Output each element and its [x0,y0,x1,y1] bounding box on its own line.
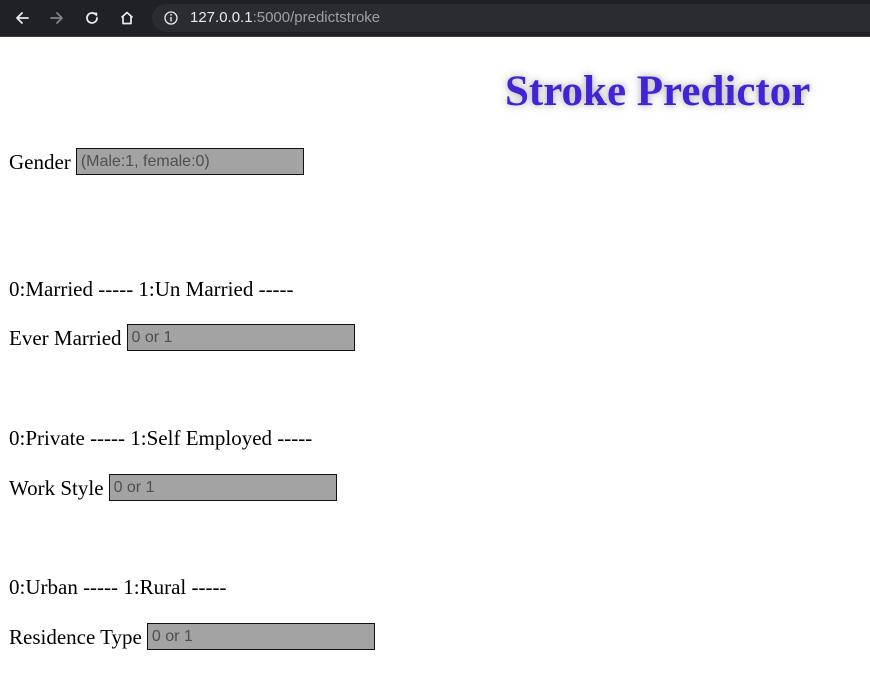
info-icon[interactable] [164,11,178,25]
page-title: Stroke Predictor [505,68,811,115]
work-legend: 0:Private ----- 1:Self Employed ----- [9,426,313,450]
residence-type-input[interactable] [146,623,375,650]
url-host: 127.0.0.1 [190,9,253,26]
gender-input[interactable] [75,148,304,175]
work-style-input[interactable] [108,474,337,501]
ever-married-row: Ever Married [9,324,355,351]
residence-legend: 0:Urban ----- 1:Rural ----- [9,575,227,599]
work-style-label: Work Style [9,475,104,500]
married-legend: 0:Married ----- 1:Un Married ----- [9,277,294,301]
ever-married-label: Ever Married [9,325,122,350]
ever-married-input[interactable] [126,324,355,351]
work-style-row: Work Style [9,474,337,501]
residence-type-label: Residence Type [9,624,142,649]
forward-icon[interactable] [44,5,70,31]
gender-row: Gender [9,148,304,175]
browser-toolbar: 127.0.0.1:5000/predictstroke [0,0,870,37]
residence-type-row: Residence Type [9,623,375,650]
back-icon[interactable] [9,5,35,31]
home-icon[interactable] [114,5,140,31]
url-text[interactable]: 127.0.0.1:5000/predictstroke [190,9,380,27]
reload-icon[interactable] [79,5,105,31]
gender-label: Gender [9,149,71,174]
url-path: :5000/predictstroke [252,9,381,26]
address-bar[interactable]: 127.0.0.1:5000/predictstroke [152,4,870,32]
